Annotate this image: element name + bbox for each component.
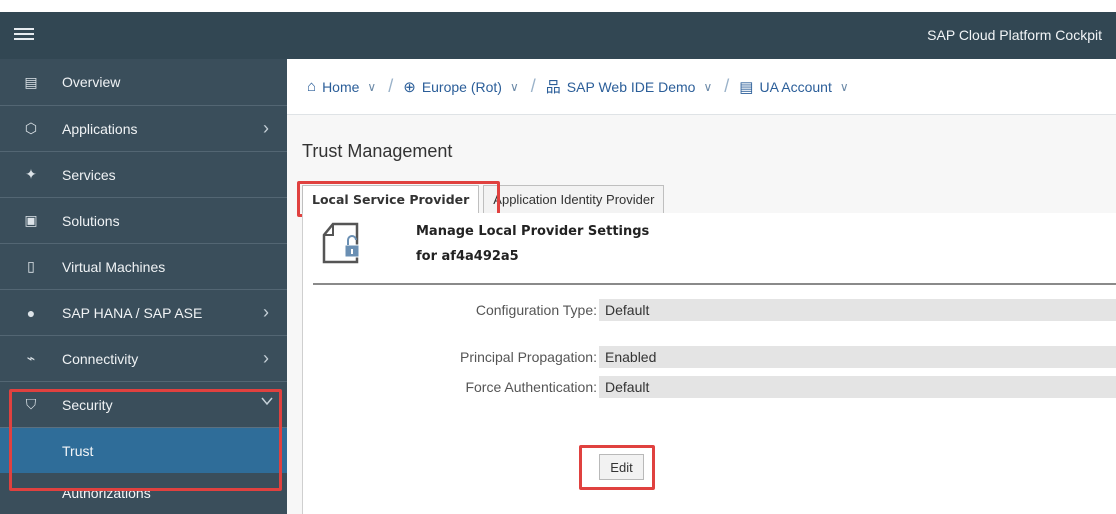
database-icon: ● <box>26 304 36 321</box>
overview-icon: ▤ <box>24 73 38 90</box>
virtual-machines-icon: ▯ <box>27 258 35 274</box>
breadcrumb-separator: / <box>724 76 730 96</box>
chevron-right-icon: › <box>263 348 269 368</box>
sidebar: ▤ Overview ⬡ Applications › ✦ Services ▣… <box>0 59 287 514</box>
sidebar-item-virtual-machines[interactable]: ▯ Virtual Machines <box>0 243 287 289</box>
breadcrumb-label: SAP Web IDE Demo <box>566 78 696 95</box>
chevron-down-icon: ∨ <box>509 79 519 94</box>
sidebar-item-label: Security <box>62 396 113 413</box>
sidebar-item-label: Services <box>62 166 116 183</box>
sidebar-item-label: Overview <box>62 74 121 90</box>
breadcrumb-separator: / <box>388 76 394 96</box>
main-content: Trust Management Local Service Provider … <box>287 115 1116 514</box>
force-authentication-value: Default <box>599 376 1116 398</box>
chevron-down-icon: ∨ <box>367 79 377 94</box>
breadcrumb-home[interactable]: ⌂ Home ∨ <box>307 78 376 95</box>
panel-subtitle: for af4a492a5 <box>416 249 519 264</box>
hamburger-menu-icon[interactable] <box>14 25 34 45</box>
panel-title: Manage Local Provider Settings <box>416 224 650 239</box>
breadcrumb-label: Europe (Rot) <box>421 78 502 95</box>
sidebar-item-services[interactable]: ✦ Services <box>0 151 287 197</box>
account-icon: ▤ <box>739 78 754 96</box>
tab-local-service-provider[interactable]: Local Service Provider <box>302 185 480 213</box>
principal-propagation-value: Enabled <box>599 346 1116 368</box>
chevron-down-icon: ∨ <box>703 79 713 94</box>
hierarchy-icon: 品 <box>545 79 561 96</box>
breadcrumb-label: Home <box>322 78 360 95</box>
sidebar-item-solutions[interactable]: ▣ Solutions <box>0 197 287 243</box>
configuration-type-value: Default <box>599 299 1116 321</box>
sidebar-item-label: Applications <box>62 120 138 137</box>
sidebar-item-label: SAP HANA / SAP ASE <box>62 304 203 321</box>
configuration-type-label: Configuration Type: <box>475 302 597 318</box>
settings-panel: Manage Local Provider Settings for af4a4… <box>302 213 1116 514</box>
tab-application-identity-provider[interactable]: Application Identity Provider <box>483 185 665 213</box>
sidebar-item-label: Solutions <box>62 212 120 229</box>
sidebar-subitem-trust[interactable]: Trust <box>0 427 287 473</box>
sidebar-subitem-label: Authorizations <box>62 485 151 501</box>
chevron-down-icon <box>261 397 273 406</box>
unlocked-document-icon <box>322 222 360 264</box>
sidebar-subitem-authorizations[interactable]: Authorizations <box>0 473 287 513</box>
chevron-down-icon: ∨ <box>839 79 849 94</box>
divider <box>313 283 1116 285</box>
sidebar-item-sap-hana[interactable]: ● SAP HANA / SAP ASE › <box>0 289 287 335</box>
home-icon: ⌂ <box>307 78 317 95</box>
breadcrumb-subaccount[interactable]: ▤ UA Account ∨ <box>739 78 848 96</box>
top-bar: SAP Cloud Platform Cockpit <box>0 12 1116 59</box>
connectivity-icon: ⌁ <box>26 350 36 366</box>
sidebar-subitem-label: Trust <box>62 442 94 459</box>
page-title: Trust Management <box>302 141 453 161</box>
sidebar-item-overview[interactable]: ▤ Overview <box>0 59 287 105</box>
sidebar-item-security[interactable]: ⛉ Security <box>0 381 287 427</box>
sidebar-item-applications[interactable]: ⬡ Applications › <box>0 105 287 151</box>
breadcrumb-label: UA Account <box>759 78 832 95</box>
solutions-icon: ▣ <box>24 212 38 228</box>
breadcrumb-region[interactable]: ⊕ Europe (Rot) ∨ <box>403 78 519 96</box>
services-icon: ✦ <box>25 166 37 182</box>
applications-icon: ⬡ <box>24 120 38 136</box>
breadcrumb: ⌂ Home ∨ / ⊕ Europe (Rot) ∨ / 品 SAP Web … <box>287 59 1116 115</box>
breadcrumb-separator: / <box>530 76 536 96</box>
sidebar-item-label: Virtual Machines <box>62 258 166 275</box>
tab-strip: Local Service Provider Application Ident… <box>302 185 665 213</box>
force-authentication-label: Force Authentication: <box>465 379 597 395</box>
chevron-right-icon: › <box>263 302 269 322</box>
principal-propagation-label: Principal Propagation: <box>460 349 597 365</box>
chevron-right-icon: › <box>263 118 269 138</box>
sidebar-item-connectivity[interactable]: ⌁ Connectivity › <box>0 335 287 381</box>
shield-icon: ⛉ <box>25 396 37 412</box>
edit-button[interactable]: Edit <box>599 454 644 480</box>
globe-icon: ⊕ <box>403 78 416 96</box>
sidebar-item-label: Connectivity <box>62 350 139 367</box>
app-title: SAP Cloud Platform Cockpit <box>927 27 1102 43</box>
breadcrumb-global-account[interactable]: 品 SAP Web IDE Demo ∨ <box>546 76 712 97</box>
